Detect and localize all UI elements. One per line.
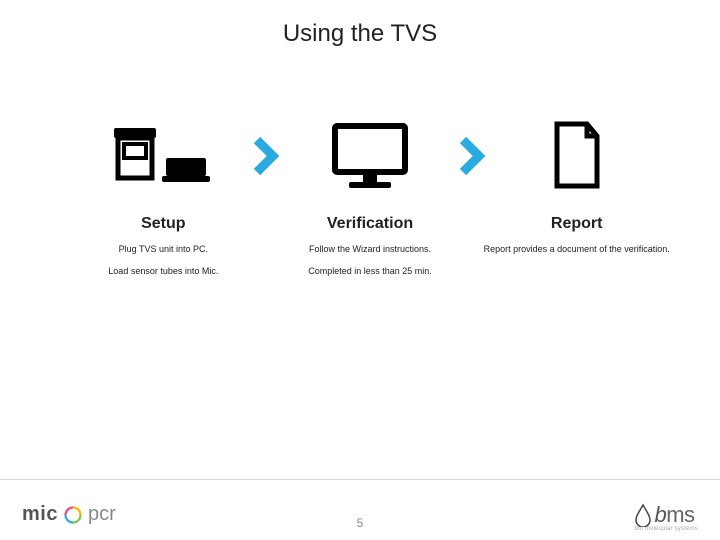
step-line: Report provides a document of the verifi… [481, 243, 672, 257]
step-line: Plug TVS unit into PC. [68, 243, 259, 257]
logo-bms: bms bio molecular systems [634, 502, 698, 532]
step-heading: Report [481, 215, 672, 233]
icon-row [80, 116, 660, 196]
brand-tagline: bio molecular systems [634, 526, 698, 532]
step-heading: Setup [68, 215, 259, 233]
page-title: Using the TVS [0, 20, 720, 48]
ring-icon [64, 506, 82, 524]
step-line: Completed in less than 25 min. [275, 265, 466, 279]
logo-mic-pcr: mic pcr [22, 503, 116, 526]
step-heading: Verification [275, 215, 466, 233]
slide: Using the TVS [0, 0, 720, 540]
chevron-right-icon [247, 136, 287, 176]
footer: mic pcr 5 bms bio molecular systems [0, 480, 720, 540]
step-text-row: Setup Plug TVS unit into PC. Load sensor… [60, 215, 680, 286]
step-column: Report Report provides a document of the… [473, 215, 680, 286]
step-column: Verification Follow the Wizard instructi… [267, 215, 474, 286]
step-line: Load sensor tubes into Mic. [68, 265, 259, 279]
brand-text: mic [22, 503, 58, 526]
drop-icon [634, 503, 652, 527]
brand-text: bms [654, 502, 694, 528]
setup-icon [80, 120, 247, 192]
document-icon [493, 120, 660, 192]
page-number: 5 [357, 516, 364, 530]
monitor-icon [287, 120, 454, 192]
chevron-right-icon [453, 136, 493, 176]
step-column: Setup Plug TVS unit into PC. Load sensor… [60, 215, 267, 286]
brand-text: pcr [88, 503, 116, 526]
step-line: Follow the Wizard instructions. [275, 243, 466, 257]
